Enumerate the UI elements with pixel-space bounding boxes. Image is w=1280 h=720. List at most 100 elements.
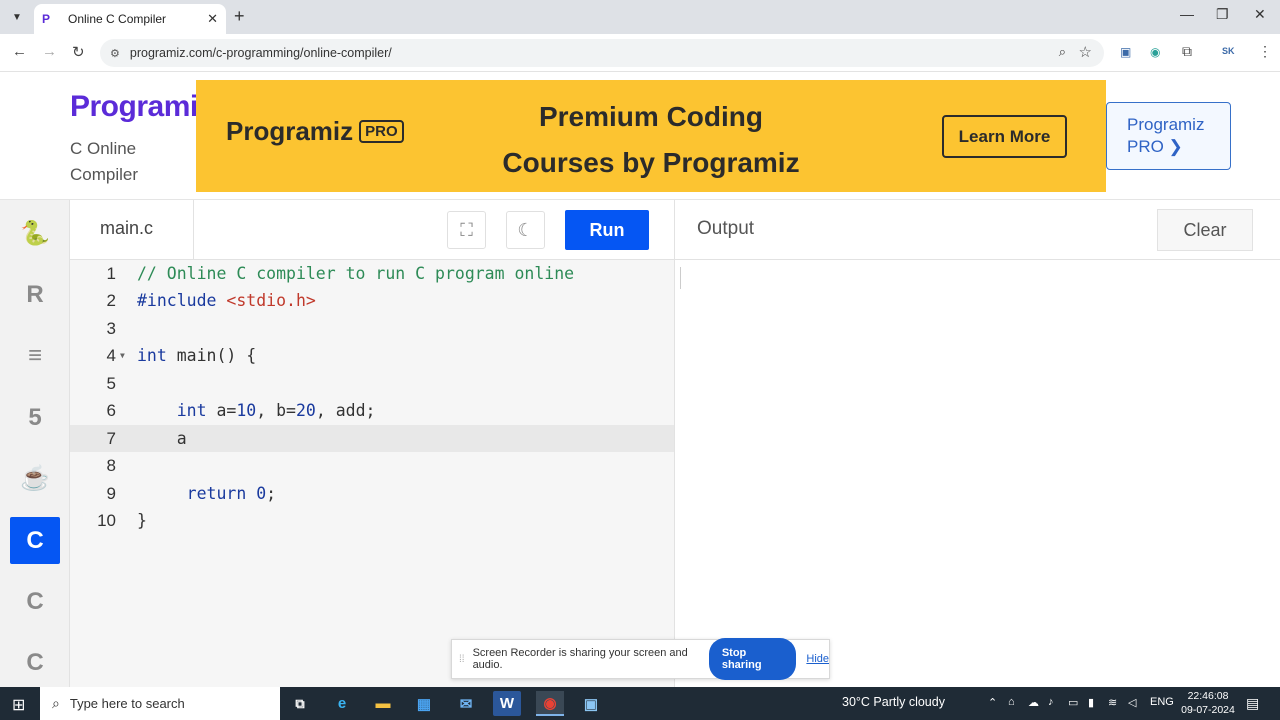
browser-tab[interactable]: P Online C Compiler ✕ [34,4,226,34]
store-icon[interactable]: ▦ [410,691,438,716]
recorder-message: Screen Recorder is sharing your screen a… [472,647,688,671]
reload-icon[interactable]: ↻ [72,43,85,61]
task-view-icon[interactable]: ⧉ [286,691,314,716]
banner-headline-line1: Premium Coding [538,101,763,132]
fullscreen-icon[interactable]: ⛶ [447,211,486,249]
windows-start-icon[interactable]: ⊞ [12,695,25,715]
screen-recorder-app-icon[interactable]: ▣ [577,691,605,716]
zoom-icon[interactable]: ⌕ [1059,44,1066,60]
cloud-icon[interactable]: ☁ [1028,696,1039,709]
drag-handle-icon[interactable]: ⁞⁞ [459,654,465,665]
line-number: 10 [97,511,116,530]
code-text[interactable]: return 0; [137,480,276,507]
language-sidebar: 🐍 R ≡ 5 ☕ C C C [0,200,70,687]
fold-arrow-icon[interactable]: ▼ [120,342,125,369]
wifi-icon[interactable]: ≋ [1108,696,1117,709]
programiz-logo[interactable]: Programiz [70,90,213,124]
browser-tabbar: ▼ P Online C Compiler ✕ + — ❐ ✕ [0,0,1280,34]
code-text[interactable]: #include <stdio.h> [137,287,316,314]
network-icon[interactable]: ⌂ [1008,696,1015,708]
output-cursor [680,267,681,289]
code-text[interactable]: a [137,425,187,452]
java-icon[interactable]: ☕ [10,455,60,502]
edge-icon[interactable]: e [328,691,356,716]
word-icon[interactable]: W [493,691,521,716]
taskbar-search-placeholder: Type here to search [69,696,185,711]
taskbar-search[interactable]: ⌕ Type here to search [40,687,280,720]
sql-database-icon[interactable]: ≡ [10,332,60,379]
tab-search-chevron-icon[interactable]: ▼ [6,7,28,27]
search-icon: ⌕ [52,695,60,711]
clock-date: 09-07-2024 [1181,704,1235,716]
browser-toolbar: ← → ↻ ⚙ programiz.com/c-programming/onli… [0,34,1280,72]
close-tab-icon[interactable]: ✕ [207,11,218,27]
close-window-icon[interactable]: ✕ [1254,6,1266,23]
programiz-favicon-icon: P [42,12,51,26]
display-icon[interactable]: ▭ [1068,696,1078,709]
r-icon[interactable]: R [10,271,60,318]
line-number: 9 [106,484,116,503]
code-text[interactable]: // Online C compiler to run C program on… [137,260,574,287]
tray-chevron-icon[interactable]: ⌃ [988,696,997,709]
editor-header: main.c ⛶ ☾ Run [70,200,674,260]
screen-recorder-bar: ⁞⁞ Screen Recorder is sharing your scree… [451,638,830,680]
learn-more-button[interactable]: Learn More [942,115,1067,158]
volume-icon[interactable]: ◁ [1128,696,1136,709]
tab-title: Online C Compiler [68,12,167,26]
hide-link[interactable]: Hide [806,653,829,665]
language-indicator[interactable]: ENG [1150,696,1174,708]
file-explorer-icon[interactable]: ▬ [369,691,397,716]
line-number: 5 [106,374,116,393]
bookmark-star-icon[interactable]: ☆ [1079,43,1092,61]
clock-time: 22:46:08 [1187,690,1229,702]
page-subtitle: C Online Compiler [70,139,139,184]
forward-icon[interactable]: → [42,43,57,60]
line-number: 2 [106,291,116,310]
notification-icon[interactable]: ▤ [1246,695,1259,712]
code-line-active: 7 a [70,425,674,452]
line-number: 1 [106,264,116,283]
stop-sharing-button[interactable]: Stop sharing [708,638,797,680]
code-text[interactable]: int main() { [137,342,256,369]
extensions-icon[interactable]: ⧉ [1182,43,1192,60]
weather-widget[interactable]: 30°C Partly cloudy [842,695,945,709]
cpp-icon[interactable]: C [10,578,60,625]
banner-headline: Premium Coding Courses by Programiz [466,94,836,186]
profile-skill-icon[interactable]: SK [1222,46,1235,56]
c-language-icon[interactable]: C [10,517,60,564]
windows-taskbar: ⊞ ⌕ Type here to search ⧉ e ▬ ▦ ✉ W ◉ ▣ … [0,687,1280,720]
run-button[interactable]: Run [565,210,649,250]
output-console[interactable] [675,261,1280,687]
code-line: 2 #include <stdio.h> [70,287,674,314]
programiz-pro-button[interactable]: Programiz PRO ❯ [1106,102,1231,170]
code-line: 6 int a=10, b=20, add; [70,397,674,424]
taskbar-clock[interactable]: 22:46:08 09-07-2024 [1178,689,1238,717]
address-bar[interactable]: ⚙ programiz.com/c-programming/online-com… [100,39,1104,67]
code-text[interactable]: } [137,507,147,534]
code-editor[interactable]: 1 // Online C compiler to run C program … [70,260,674,687]
python-icon[interactable]: 🐍 [10,210,60,257]
dark-mode-moon-icon[interactable]: ☾ [506,211,545,249]
file-tab[interactable]: main.c [70,200,194,260]
maximize-icon[interactable]: ❐ [1216,6,1229,23]
code-line: 3 [70,315,674,342]
browser-menu-icon[interactable]: ⋮ [1258,43,1272,60]
mail-icon[interactable]: ✉ [452,691,480,716]
site-info-icon[interactable]: ⚙ [110,47,120,60]
battery-icon[interactable]: ▮ [1088,696,1094,709]
code-line: 9 return 0; [70,480,674,507]
video-ext-icon[interactable]: ◉ [1150,45,1160,59]
microphone-icon[interactable]: ♪ [1048,696,1054,708]
back-icon[interactable]: ← [12,43,27,60]
promo-banner[interactable]: Programiz PRO Premium Coding Courses by … [196,80,1106,192]
csharp-icon[interactable]: C [10,639,60,686]
minimize-icon[interactable]: — [1180,6,1194,22]
chrome-icon[interactable]: ◉ [536,691,564,716]
clear-button[interactable]: Clear [1157,209,1253,251]
screen-capture-ext-icon[interactable]: ▣ [1120,45,1131,59]
address-url: programiz.com/c-programming/online-compi… [129,46,392,60]
new-tab-button[interactable]: + [234,6,245,27]
code-text[interactable]: int a=10, b=20, add; [137,397,376,424]
html5-icon[interactable]: 5 [10,394,60,441]
code-line: 8 [70,452,674,479]
